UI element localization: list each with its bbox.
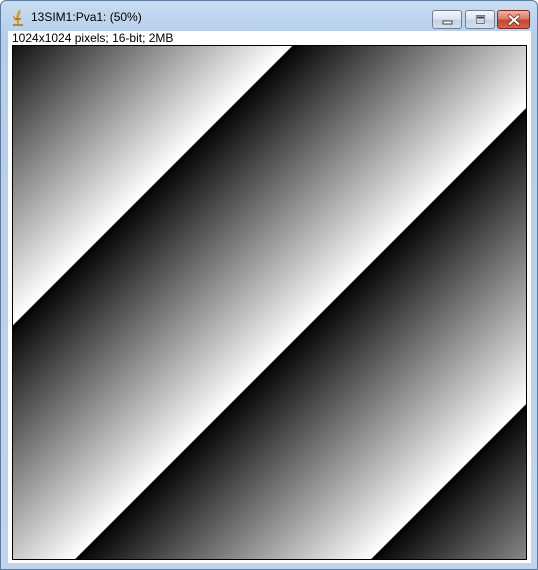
phase-stripe-image: [13, 46, 526, 559]
imagej-microscope-icon[interactable]: [11, 9, 25, 27]
grayscale-ramp-fill: [13, 46, 526, 559]
title-bar[interactable]: 13SIM1:Pva1: (50%): [1, 1, 537, 31]
close-icon: [507, 14, 521, 26]
maximize-button[interactable]: [465, 10, 495, 29]
window-title: 13SIM1:Pva1: (50%): [31, 10, 142, 24]
image-window: 13SIM1:Pva1: (50%) 1024x1024 pixels; 16-…: [0, 0, 538, 570]
close-button[interactable]: [497, 10, 530, 29]
image-canvas[interactable]: [12, 45, 527, 560]
image-panel: 1024x1024 pixels; 16-bit; 2MB: [8, 31, 531, 563]
maximize-icon: [475, 14, 486, 25]
minimize-icon: [442, 20, 453, 25]
image-info-label: 1024x1024 pixels; 16-bit; 2MB: [12, 31, 174, 45]
minimize-button[interactable]: [432, 10, 462, 29]
